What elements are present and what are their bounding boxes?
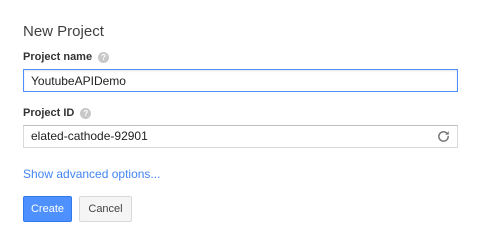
refresh-icon[interactable] bbox=[436, 129, 451, 144]
project-name-label: Project name ? bbox=[23, 51, 110, 63]
dialog-title: New Project bbox=[23, 23, 104, 40]
show-advanced-options-link[interactable]: Show advanced options... bbox=[23, 167, 160, 181]
project-name-label-text: Project name bbox=[23, 51, 93, 63]
new-project-dialog: New Project Project name ? Project ID ? … bbox=[0, 0, 480, 245]
create-button[interactable]: Create bbox=[23, 196, 72, 222]
cancel-button[interactable]: Cancel bbox=[79, 196, 132, 222]
question-mark-icon[interactable]: ? bbox=[98, 51, 110, 63]
project-id-value: elated-cathode-92901 bbox=[31, 129, 148, 143]
question-mark-icon[interactable]: ? bbox=[80, 107, 92, 119]
project-id-label-text: Project ID bbox=[23, 107, 75, 119]
project-id-field[interactable]: elated-cathode-92901 bbox=[23, 125, 458, 148]
project-name-input[interactable] bbox=[23, 69, 458, 92]
project-id-label: Project ID ? bbox=[23, 107, 92, 119]
